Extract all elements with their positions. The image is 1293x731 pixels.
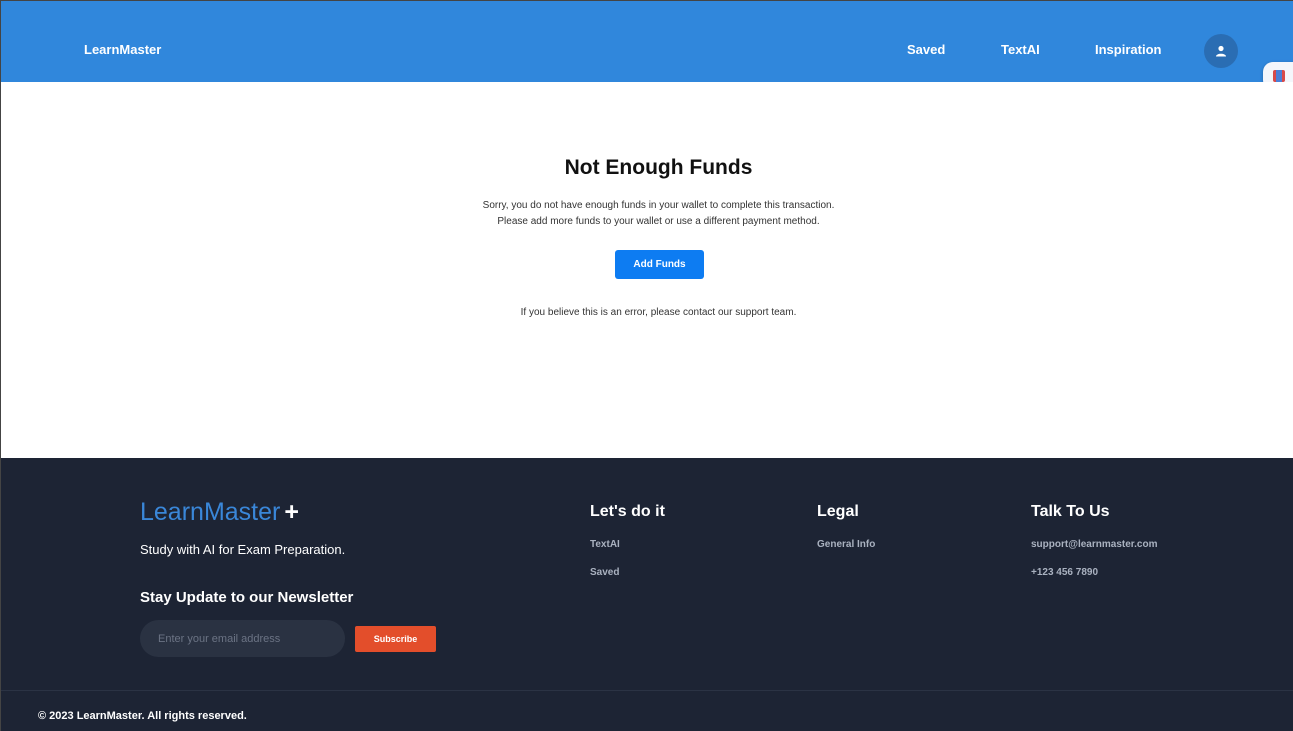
page-title: Not Enough Funds [564,156,753,179]
footer-link-general-info[interactable]: General Info [817,539,875,550]
footer-logo-plus: + [284,498,299,526]
subscribe-button[interactable]: Subscribe [355,626,436,652]
footer-logo[interactable]: LearnMaster + [140,498,299,527]
footer-column-heading-legal: Legal [817,503,859,520]
footer-link-saved[interactable]: Saved [590,567,619,578]
user-avatar-button[interactable] [1204,34,1238,68]
footer-link-textai[interactable]: TextAI [590,539,620,550]
footer: LearnMaster + Study with AI for Exam Prep… [1,458,1293,731]
main-content: Not Enough Funds Sorry, you do not have … [1,82,1293,458]
footer-column-heading-lets-do-it: Let's do it [590,503,665,520]
page: LearnMaster Saved TextAI Inspiration Not… [0,0,1293,731]
error-message-line-1: Sorry, you do not have enough funds in y… [482,200,835,211]
footer-link-support-email[interactable]: support@learnmaster.com [1031,539,1157,550]
newsletter-heading: Stay Update to our Newsletter [140,589,354,606]
brand-logo[interactable]: LearnMaster [84,42,161,57]
footer-link-phone[interactable]: +123 456 7890 [1031,567,1098,578]
nav-textai[interactable]: TextAI [1001,42,1040,57]
nav-saved[interactable]: Saved [907,42,945,57]
newsletter-email-input[interactable] [140,620,345,657]
support-note: If you believe this is an error, please … [520,307,797,318]
nav-inspiration[interactable]: Inspiration [1095,42,1161,57]
top-nav-bar: LearnMaster Saved TextAI Inspiration [1,1,1293,82]
footer-logo-text: LearnMaster [140,498,281,526]
footer-column-heading-talk-to-us: Talk To Us [1031,503,1110,520]
copyright-text: © 2023 LearnMaster. All rights reserved. [38,710,247,722]
bookmark-icon [1273,70,1285,82]
error-message-line-2: Please add more funds to your wallet or … [497,216,820,227]
add-funds-button[interactable]: Add Funds [615,250,704,279]
footer-tagline: Study with AI for Exam Preparation. [140,542,346,557]
footer-divider [1,690,1293,691]
user-icon [1216,45,1226,57]
